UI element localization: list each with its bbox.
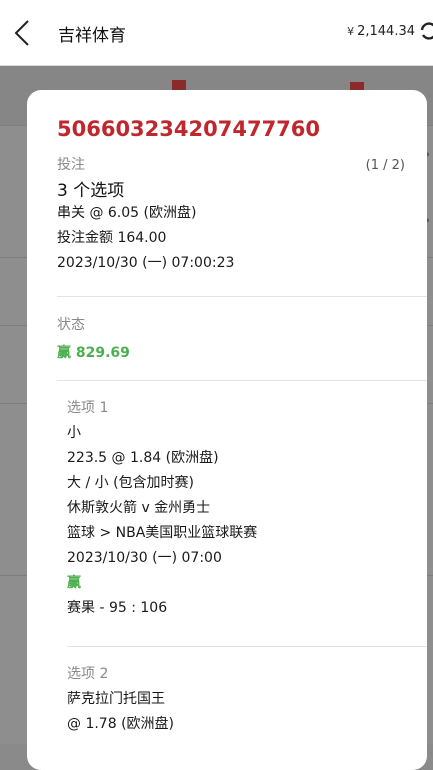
bet-section-label: 投注: [57, 157, 85, 173]
refresh-icon: [420, 22, 433, 40]
status-label: 状态: [57, 317, 85, 333]
selection-league: 篮球 > NBA美国职业篮球联赛: [67, 525, 258, 541]
selection-pick: 萨克拉门托国王: [67, 691, 165, 707]
selection-time: 2023/10/30 (一) 07:00: [67, 550, 222, 566]
parlay-odds: 串关 @ 6.05 (欧洲盘): [57, 205, 197, 221]
balance-display: ¥ 2,144.34: [347, 22, 433, 40]
selection-odds: @ 1.78 (欧洲盘): [67, 716, 174, 732]
selection-title: 选项 2: [67, 666, 109, 682]
currency-symbol: ¥: [347, 24, 355, 38]
back-button[interactable]: [8, 18, 36, 48]
bet-id: 506603234207477760: [57, 117, 321, 141]
app-header: 吉祥体育 ¥ 2,144.34: [0, 0, 433, 66]
divider: [57, 296, 427, 297]
page-title: 吉祥体育: [58, 26, 126, 46]
selection-match: 休斯敦火箭 v 金州勇士: [67, 500, 211, 516]
divider: [67, 646, 427, 647]
refresh-balance-button[interactable]: [419, 22, 433, 40]
selection-score: 赛果 - 95 : 106: [67, 600, 168, 616]
status-value: 赢 829.69: [57, 345, 130, 361]
bet-counter: (1 / 2): [365, 158, 405, 173]
selections-count: 3 个选项: [57, 181, 125, 201]
selection-title: 选项 1: [67, 400, 109, 416]
selection-item: 选项 1 小 223.5 @ 1.84 (欧洲盘) 大 / 小 (包含加时赛) …: [67, 396, 405, 621]
stake-amount: 投注金额 164.00: [57, 230, 167, 246]
selection-market: 大 / 小 (包含加时赛): [67, 475, 194, 491]
selection-item: 选项 2 萨克拉门托国王 @ 1.78 (欧洲盘): [67, 662, 405, 737]
balance-amount: 2,144.34: [357, 23, 415, 39]
placed-time: 2023/10/30 (一) 07:00:23: [57, 255, 235, 271]
selection-odds: 223.5 @ 1.84 (欧洲盘): [67, 450, 219, 466]
chevron-left-icon: [14, 20, 29, 46]
selection-result: 赢: [67, 575, 81, 591]
divider: [57, 380, 427, 381]
selection-pick: 小: [67, 425, 81, 441]
bet-detail-modal: 506603234207477760 投注 (1 / 2) 3 个选项 串关 @…: [27, 90, 427, 770]
bet-summary: 3 个选项 串关 @ 6.05 (欧洲盘) 投注金额 164.00 2023/1…: [57, 176, 405, 276]
